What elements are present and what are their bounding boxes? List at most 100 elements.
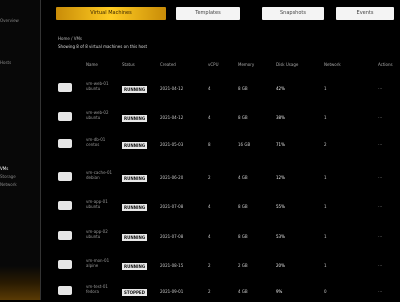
header-network[interactable]: Network [324, 62, 341, 67]
vm-vcpu: 2 [208, 175, 211, 180]
main-content: Virtual Machines Templates Snapshots Eve… [48, 0, 400, 300]
vm-network: 1 [324, 175, 327, 180]
vm-vcpu: 4 [208, 234, 211, 239]
header-actions: Actions [378, 62, 393, 67]
vm-memory: 8 GB [238, 86, 248, 91]
vm-network: 0 [324, 289, 327, 294]
vm-vcpu: 4 [208, 115, 211, 120]
sidebar-accent-glow [0, 266, 40, 300]
vm-name[interactable]: vm-app-02 ubuntu [86, 229, 114, 239]
vm-memory: 4 GB [238, 175, 248, 180]
vm-vcpu: 8 [208, 142, 211, 147]
vm-network: 1 [324, 115, 327, 120]
table-caption: Showing 8 of 8 virtual machines on this … [58, 44, 148, 49]
vm-memory: 4 GB [238, 289, 248, 294]
vm-thumbnail [58, 231, 72, 240]
vm-created: 2021-04-12 [160, 86, 184, 91]
row-actions-button[interactable]: ⋯ [378, 234, 382, 239]
table-row[interactable]: vm-db-01 centos RUNNING 2021-05-03 8 16 … [56, 133, 396, 155]
vm-created: 2021-06-20 [160, 175, 184, 180]
vm-created: 2021-09-01 [160, 289, 184, 294]
status-badge: RUNNING [122, 142, 148, 149]
sidebar-item-storage[interactable]: Storage [0, 174, 40, 180]
row-actions-button[interactable]: ⋯ [378, 142, 382, 147]
vm-disk-usage: 9% [276, 289, 283, 294]
sidebar: Overview Hosts VMs Storage Network [0, 0, 41, 300]
row-actions-button[interactable]: ⋯ [378, 204, 382, 209]
vm-thumbnail [58, 112, 72, 121]
vm-name[interactable]: vm-cache-01 debian [86, 170, 114, 180]
table-row[interactable]: vm-web-02 ubuntu RUNNING 2021-04-12 4 8 … [56, 106, 396, 128]
vm-disk-usage: 55% [276, 204, 285, 209]
table-row[interactable]: vm-app-02 ubuntu RUNNING 2021-07-08 4 8 … [56, 225, 396, 247]
vm-thumbnail [58, 201, 72, 210]
vm-network: 1 [324, 263, 327, 268]
vm-created: 2021-04-12 [160, 115, 184, 120]
vm-disk-usage: 53% [276, 234, 285, 239]
vm-name[interactable]: vm-db-01 centos [86, 137, 114, 147]
vm-name[interactable]: vm-app-01 ubuntu [86, 199, 114, 209]
vm-thumbnail [58, 172, 72, 181]
vm-created: 2021-05-03 [160, 142, 184, 147]
vm-network: 1 [324, 204, 327, 209]
vm-thumbnail [58, 139, 72, 148]
tab-templates[interactable]: Templates [176, 7, 240, 20]
vm-memory: 8 GB [238, 115, 248, 120]
header-created[interactable]: Created [160, 62, 176, 67]
vm-thumbnail [58, 260, 72, 269]
vm-disk-usage: 38% [276, 115, 285, 120]
vm-disk-usage: 71% [276, 142, 285, 147]
header-name[interactable]: Name [86, 62, 98, 67]
table-row[interactable]: vm-web-01 ubuntu RUNNING 2021-04-12 4 8 … [56, 77, 396, 99]
vm-vcpu: 2 [208, 289, 211, 294]
status-badge: RUNNING [122, 234, 148, 241]
breadcrumb: Home / VMs [58, 36, 82, 41]
header-memory[interactable]: Memory [238, 62, 254, 67]
vm-created: 2021-07-08 [160, 234, 184, 239]
header-status[interactable]: Status [122, 62, 135, 67]
row-actions-button[interactable]: ⋯ [378, 263, 382, 268]
sidebar-item-hosts[interactable]: Hosts [0, 60, 40, 66]
vm-thumbnail [58, 286, 72, 295]
vm-vcpu: 2 [208, 263, 211, 268]
status-badge: RUNNING [122, 175, 148, 182]
vm-memory: 8 GB [238, 204, 248, 209]
header-vcpu[interactable]: vCPU [208, 62, 219, 67]
sidebar-item-network[interactable]: Network [0, 182, 40, 188]
tab-virtual-machines[interactable]: Virtual Machines [56, 7, 166, 20]
header-disk[interactable]: Disk Usage [276, 62, 298, 67]
vm-vcpu: 4 [208, 204, 211, 209]
row-actions-button[interactable]: ⋯ [378, 86, 382, 91]
vm-disk-usage: 12% [276, 175, 285, 180]
vm-disk-usage: 42% [276, 86, 285, 91]
tab-events[interactable]: Events [336, 7, 394, 20]
sidebar-item-overview[interactable]: Overview [0, 18, 40, 24]
vm-created: 2021-08-15 [160, 263, 184, 268]
vm-thumbnail [58, 83, 72, 92]
table-row[interactable]: vm-test-01 fedora STOPPED 2021-09-01 2 4… [56, 280, 396, 302]
vm-created: 2021-07-08 [160, 204, 184, 209]
table-header: Name Status Created vCPU Memory Disk Usa… [56, 58, 396, 70]
row-actions-button[interactable]: ⋯ [378, 289, 382, 294]
status-badge: RUNNING [122, 263, 148, 270]
vm-memory: 8 GB [238, 234, 248, 239]
tab-snapshots[interactable]: Snapshots [262, 7, 324, 20]
vm-vcpu: 4 [208, 86, 211, 91]
vm-name[interactable]: vm-web-02 ubuntu [86, 110, 114, 120]
vm-memory: 16 GB [238, 142, 251, 147]
vm-memory: 2 GB [238, 263, 248, 268]
vm-name[interactable]: vm-web-01 ubuntu [86, 81, 114, 91]
sidebar-item-vms[interactable]: VMs [0, 166, 40, 172]
vm-network: 1 [324, 86, 327, 91]
vm-network: 2 [324, 142, 327, 147]
vm-name[interactable]: vm-test-01 fedora [86, 284, 114, 294]
row-actions-button[interactable]: ⋯ [378, 175, 382, 180]
table-row[interactable]: vm-mon-01 alpine RUNNING 2021-08-15 2 2 … [56, 254, 396, 276]
status-badge: RUNNING [122, 204, 148, 211]
row-actions-button[interactable]: ⋯ [378, 115, 382, 120]
table-row[interactable]: vm-app-01 ubuntu RUNNING 2021-07-08 4 8 … [56, 195, 396, 217]
vm-name[interactable]: vm-mon-01 alpine [86, 258, 114, 268]
vm-disk-usage: 20% [276, 263, 285, 268]
status-badge: RUNNING [122, 115, 148, 122]
table-row[interactable]: vm-cache-01 debian RUNNING 2021-06-20 2 … [56, 166, 396, 188]
